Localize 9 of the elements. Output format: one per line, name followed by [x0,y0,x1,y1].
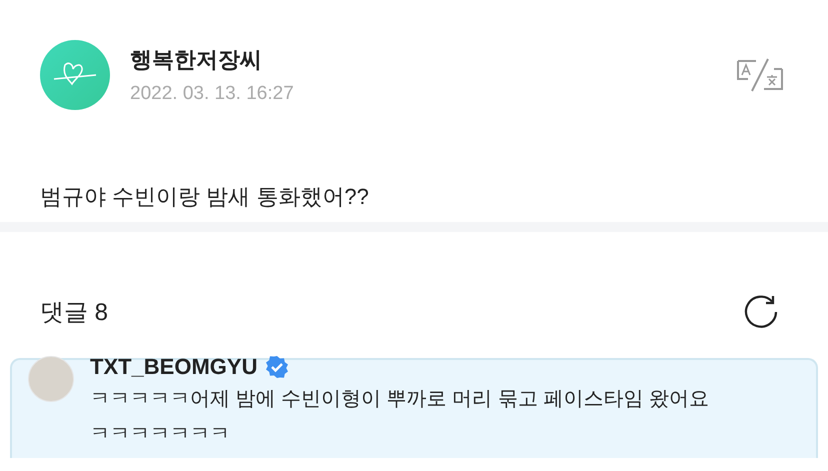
translate-icon[interactable] [736,57,784,93]
comments-count: 댓글 8 [40,298,108,328]
post-date: 2022. 03. 13. 16:27 [130,83,295,105]
comment-text: ㅋㅋㅋㅋㅋ어제 밤에 수빈이형이 뿌까로 머리 묶고 페이스타임 왔어요 ㅋㅋㅋㅋㅋㅋㅋ [90,387,710,447]
avatar [28,356,74,402]
commenter-name[interactable]: TXT_BEOMGYU [90,354,258,380]
post-text: 범규야 수빈이랑 밤새 통화했어?? [39,183,370,211]
author-name[interactable]: 행복한저장씨 [130,45,736,75]
refresh-icon[interactable] [742,293,780,331]
